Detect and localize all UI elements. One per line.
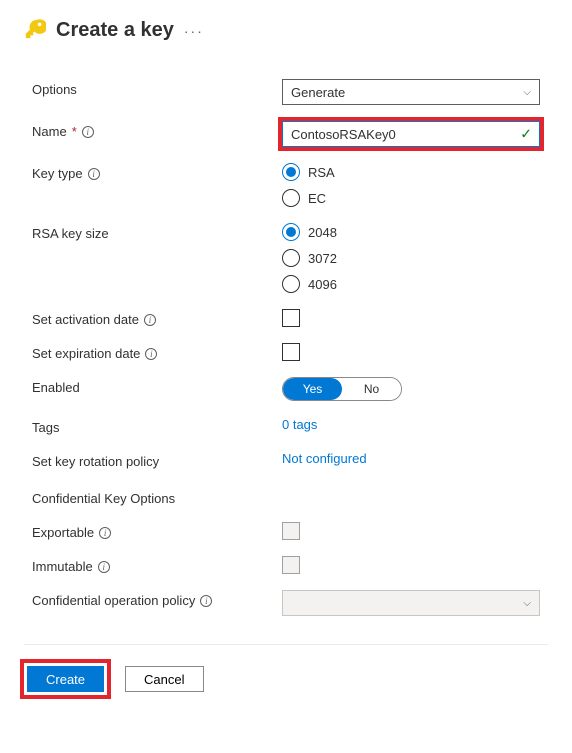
- info-icon[interactable]: i: [98, 561, 110, 573]
- exportable-label: Exportable: [32, 525, 94, 540]
- info-icon[interactable]: i: [144, 314, 156, 326]
- info-icon[interactable]: i: [200, 595, 212, 607]
- activation-date-label: Set activation date: [32, 312, 139, 327]
- options-select[interactable]: Generate ⌵: [282, 79, 540, 105]
- expiration-date-label: Set expiration date: [32, 346, 140, 361]
- info-icon[interactable]: i: [82, 126, 94, 138]
- chevron-down-icon: ⌵: [523, 598, 531, 609]
- info-icon[interactable]: i: [99, 527, 111, 539]
- footer: Create Cancel: [24, 644, 548, 699]
- enabled-yes[interactable]: Yes: [283, 378, 342, 400]
- rsa-size-4096[interactable]: 4096: [282, 275, 540, 293]
- create-key-form: Options Generate ⌵ Name * i ✓ Key type: [24, 79, 548, 616]
- key-icon: [24, 18, 46, 43]
- expiration-date-checkbox[interactable]: [282, 343, 300, 361]
- required-indicator: *: [72, 124, 77, 139]
- rsa-size-2048[interactable]: 2048: [282, 223, 540, 241]
- radio-icon: [282, 223, 300, 241]
- info-icon[interactable]: i: [88, 168, 100, 180]
- more-actions-button[interactable]: ···: [184, 23, 204, 39]
- info-icon[interactable]: i: [145, 348, 157, 360]
- activation-date-checkbox[interactable]: [282, 309, 300, 327]
- create-highlight: Create: [20, 659, 111, 699]
- options-label: Options: [32, 82, 77, 97]
- exportable-checkbox[interactable]: [282, 522, 300, 540]
- tags-label: Tags: [32, 420, 59, 435]
- immutable-checkbox[interactable]: [282, 556, 300, 574]
- cancel-button[interactable]: Cancel: [125, 666, 203, 692]
- chevron-down-icon: ⌵: [523, 87, 531, 98]
- rsa-key-size-group: 2048 3072 4096: [282, 223, 540, 293]
- key-type-rsa[interactable]: RSA: [282, 163, 540, 181]
- enabled-toggle[interactable]: Yes No: [282, 377, 402, 401]
- immutable-label: Immutable: [32, 559, 93, 574]
- enabled-no[interactable]: No: [342, 378, 401, 400]
- key-type-label: Key type: [32, 166, 83, 181]
- rotation-policy-link[interactable]: Not configured: [282, 451, 367, 466]
- name-highlight: ✓: [278, 117, 544, 151]
- name-label: Name: [32, 124, 67, 139]
- options-value: Generate: [291, 85, 345, 100]
- rotation-policy-label: Set key rotation policy: [32, 454, 159, 469]
- key-type-group: RSA EC: [282, 163, 540, 207]
- create-button[interactable]: Create: [27, 666, 104, 692]
- page-title: Create a key: [56, 19, 174, 42]
- operation-policy-select[interactable]: ⌵: [282, 590, 540, 616]
- key-type-ec[interactable]: EC: [282, 189, 540, 207]
- confidential-heading: Confidential Key Options: [32, 491, 540, 506]
- rsa-size-3072[interactable]: 3072: [282, 249, 540, 267]
- tags-link[interactable]: 0 tags: [282, 417, 317, 432]
- radio-icon: [282, 163, 300, 181]
- radio-icon: [282, 249, 300, 267]
- check-icon: ✓: [520, 126, 532, 143]
- radio-icon: [282, 189, 300, 207]
- rsa-key-size-label: RSA key size: [32, 226, 109, 241]
- operation-policy-label: Confidential operation policy: [32, 593, 195, 608]
- page-header: Create a key ···: [24, 18, 548, 43]
- name-input[interactable]: [282, 121, 540, 147]
- radio-icon: [282, 275, 300, 293]
- enabled-label: Enabled: [32, 380, 80, 395]
